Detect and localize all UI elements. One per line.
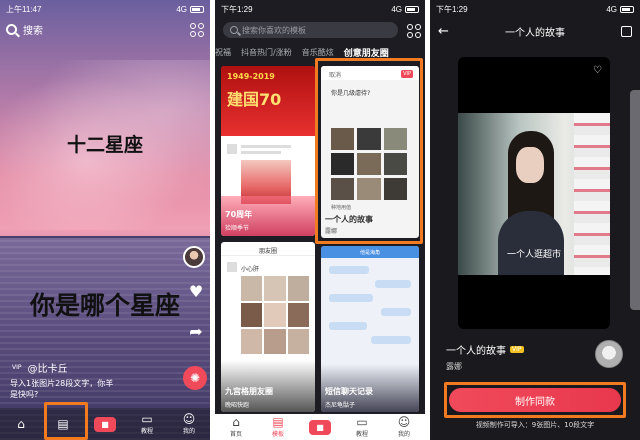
panel-home-feed: 上午11:47 4G 搜索 十二星座 你是哪个星座 ♥ ➦ ✺ VIP @比卡丘…: [0, 0, 210, 440]
author-avatar[interactable]: [183, 246, 205, 268]
nav-mine[interactable]: ☺ 我的: [387, 416, 421, 438]
edit-icon[interactable]: [621, 25, 632, 37]
nav-templates[interactable]: ▤ 模板: [261, 416, 295, 438]
next-preview-peek[interactable]: [630, 90, 640, 310]
card-title: 70周年: [225, 210, 253, 219]
card-banner: 1949-2019 建国70: [221, 66, 315, 136]
network-indicator: 4G: [391, 4, 402, 14]
status-time: 下午1:29: [436, 4, 468, 14]
vip-badge: VIP: [510, 346, 524, 353]
card-author: 杰尼龟骷子: [325, 402, 356, 409]
author-info: VIP @比卡丘: [10, 360, 68, 375]
network-indicator: 4G: [606, 4, 617, 14]
nav-mine[interactable]: ☺ 我的: [172, 413, 206, 435]
card-author: 晚昭快跑: [225, 402, 250, 409]
grid-menu-icon[interactable]: [407, 24, 421, 38]
status-bar: 下午1:29 4G: [215, 0, 425, 18]
nav-home[interactable]: ⌂ 首页: [219, 416, 253, 438]
panel-template-gallery: 下午1:29 4G 搜索你喜欢的模板 祝福 抖音热门/涨粉 音乐酷炫 创意朋友圈…: [215, 0, 425, 440]
heart-outline-icon[interactable]: ♡: [593, 65, 602, 76]
search-button[interactable]: 搜索: [6, 22, 43, 37]
status-time: 下午1:29: [221, 4, 253, 14]
templates-icon: ▤: [272, 415, 284, 429]
battery-icon: [620, 5, 634, 13]
top-bar: 搜索: [6, 22, 204, 37]
card-phone-mock: [221, 136, 315, 236]
profile-icon: ☺: [182, 412, 196, 426]
import-note: 视频制作可导入：9张图片、10段文字: [475, 421, 595, 429]
vip-badge: VIP: [12, 364, 22, 371]
battery-icon: [190, 5, 204, 13]
bottom-nav: ⌂ 首页 ▤ 模板 ■ ▭ 教程 ☺ 我的: [215, 414, 425, 440]
nav-record[interactable]: ■: [303, 419, 337, 435]
battery-icon: [405, 5, 419, 13]
grid-menu-icon[interactable]: [190, 22, 204, 37]
template-preview[interactable]: ♡ 一个人逛超市: [458, 57, 610, 329]
search-label: 搜索: [23, 26, 43, 37]
template-card-nine-grid[interactable]: 朋友圈 小心肝 九宫格朋友圈 晚昭快跑: [221, 242, 315, 412]
search-placeholder: 搜索你喜欢的模板: [242, 25, 306, 35]
nav-tutorial[interactable]: ▭ 教程: [130, 413, 164, 435]
nine-grid-photo: [241, 276, 309, 354]
preview-caption: 一个人逛超市: [506, 250, 561, 260]
status-bar: 下午1:29 4G: [430, 0, 640, 18]
tab-blessing[interactable]: 祝福: [215, 47, 231, 58]
author-avatar[interactable]: [595, 340, 623, 368]
video-description: 导入1张图片28段文字，你羊是快吗?: [10, 379, 114, 399]
nav-tutorial[interactable]: ▭ 教程: [345, 416, 379, 438]
tab-music-cool[interactable]: 音乐酷炫: [302, 47, 334, 58]
template-card-sms-chat[interactable]: 他是海角 短信聊天记录 杰尼龟骷子: [321, 246, 419, 412]
nav-record[interactable]: ■: [88, 416, 122, 432]
video-title: 十二星座: [66, 134, 143, 156]
record-icon: ■: [309, 419, 331, 435]
tutorial-icon: ▭: [141, 412, 153, 426]
heart-icon[interactable]: ♥: [187, 282, 205, 301]
header-bar: ← 一个人的故事: [430, 22, 640, 40]
record-icon: ■: [94, 416, 116, 432]
highlight-make-button: [444, 382, 626, 418]
template-card-national-day[interactable]: 1949-2019 建国70 70周年 捡顺季节: [221, 66, 315, 236]
search-icon: [6, 24, 17, 35]
template-name: 一个人的故事: [446, 346, 506, 357]
tutorial-icon: ▭: [356, 415, 368, 429]
tab-creative-moments[interactable]: 创意朋友圈: [344, 46, 389, 59]
video-overlay-text: 你是哪个星座: [29, 291, 180, 320]
network-indicator: 4G: [176, 4, 187, 14]
status-time: 上午11:47: [6, 4, 42, 14]
card-title: 短信聊天记录: [325, 387, 373, 396]
highlight-story-card: [315, 58, 423, 244]
profile-icon: ☺: [397, 415, 411, 429]
music-disc-button[interactable]: ✺: [183, 366, 207, 390]
template-info: 一个人的故事 VIP 露娜: [446, 342, 524, 372]
tab-douyin-hot[interactable]: 抖音热门/涨粉: [241, 47, 292, 58]
highlight-templates-nav: [44, 402, 88, 440]
bottom-nav: ⌂ ▤ ■ ▭ 教程 ☺ 我的: [0, 408, 210, 440]
share-icon[interactable]: ➦: [187, 322, 205, 341]
nav-home[interactable]: ⌂: [4, 418, 38, 431]
home-icon: ⌂: [17, 416, 25, 431]
author-name[interactable]: @比卡丘: [28, 360, 68, 375]
search-icon: [230, 26, 238, 34]
template-author[interactable]: 露娜: [446, 361, 524, 372]
panel-template-detail: 下午1:29 4G ← 一个人的故事 ♡ 一个人逛超市 一个人的故事 VIP 露…: [430, 0, 640, 440]
search-input[interactable]: 搜索你喜欢的模板: [223, 22, 398, 38]
card-title: 九宫格朋友圈: [225, 387, 273, 396]
card-author: 捡顺季节: [225, 225, 250, 232]
back-arrow-icon[interactable]: ←: [438, 24, 449, 39]
status-bar: 上午11:47 4G: [0, 0, 210, 18]
page-title: 一个人的故事: [504, 27, 565, 39]
home-icon: ⌂: [232, 415, 240, 429]
